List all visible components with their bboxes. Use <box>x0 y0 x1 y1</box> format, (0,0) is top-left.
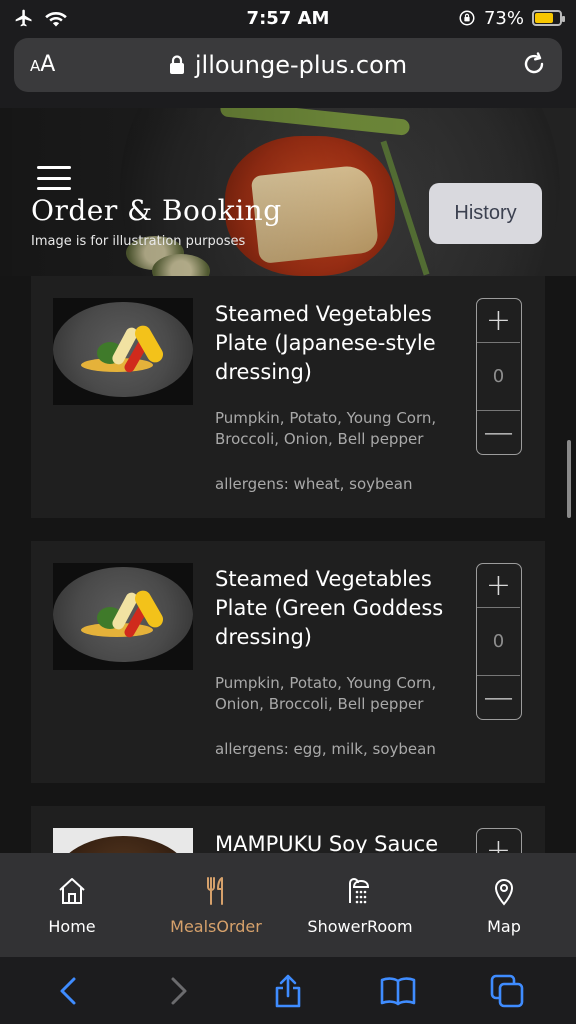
tab-label: Map <box>487 917 521 936</box>
tab-meals-order[interactable]: MealsOrder <box>144 853 288 957</box>
browser-bottom-toolbar <box>0 957 576 1024</box>
increment-button[interactable]: + <box>477 564 520 608</box>
menu-item-card: Steamed Vegetables Plate (Japanese-style… <box>31 276 545 518</box>
status-left <box>14 8 68 28</box>
tab-label: Home <box>48 917 96 936</box>
tab-label: ShowerRoom <box>307 917 413 936</box>
menu-item-image <box>53 298 193 405</box>
rotation-lock-icon <box>459 10 475 26</box>
status-bar: 7:57 AM 73% <box>0 0 576 36</box>
menu-item-title: Steamed Vegetables Plate (Green Goddess … <box>215 567 444 649</box>
history-button[interactable]: History <box>429 183 542 244</box>
increment-button[interactable]: + <box>477 829 520 853</box>
chevron-right-icon <box>171 977 187 1004</box>
battery-percent: 73% <box>483 7 524 29</box>
share-button[interactable] <box>268 971 308 1011</box>
hamburger-menu-icon[interactable] <box>37 166 71 190</box>
text-size-button[interactable]: AA <box>30 52 55 77</box>
tab-shower-room[interactable]: ShowerRoom <box>288 853 432 957</box>
tabs-button[interactable] <box>487 971 527 1011</box>
menu-item-ingredients: Pumpkin, Potato, Young Corn, Broccoli, O… <box>215 409 437 448</box>
home-icon <box>59 878 85 904</box>
menu-item-allergens: allergens: wheat, soybean <box>215 475 413 493</box>
map-pin-icon <box>494 879 514 906</box>
page-title: Order & Booking <box>31 194 282 227</box>
menu-item-allergens: allergens: egg, milk, soybean <box>215 740 436 758</box>
bookmarks-button[interactable] <box>378 971 418 1011</box>
decrement-button[interactable]: — <box>477 410 520 454</box>
text-size-large-a: A <box>40 52 56 77</box>
menu-list[interactable]: Steamed Vegetables Plate (Japanese-style… <box>0 276 576 853</box>
status-right: 73% <box>458 7 565 29</box>
wifi-icon <box>45 12 67 27</box>
share-icon <box>275 974 301 1007</box>
forward-button[interactable] <box>158 971 198 1011</box>
menu-item-image <box>53 828 193 853</box>
lock-icon <box>169 55 184 74</box>
menu-item-card: MAMPUKU Soy Sauce + <box>31 806 545 853</box>
tab-label: MealsOrder <box>170 917 262 936</box>
browser-toolbar: AA jllounge-plus.com <box>0 36 576 108</box>
quantity-stepper: + 0 — <box>476 298 522 455</box>
address-bar[interactable]: AA jllounge-plus.com <box>14 38 562 92</box>
menu-item-card: Steamed Vegetables Plate (Green Goddess … <box>31 541 545 783</box>
chevron-left-icon <box>60 977 76 1004</box>
battery-fill <box>535 13 553 23</box>
reload-icon[interactable] <box>520 50 548 78</box>
menu-item-image <box>53 563 193 670</box>
shower-icon <box>349 878 370 904</box>
back-button[interactable] <box>49 971 89 1011</box>
menu-item-title: MAMPUKU Soy Sauce <box>215 832 439 853</box>
book-icon <box>380 976 415 1005</box>
tab-home[interactable]: Home <box>0 853 144 957</box>
increment-button[interactable]: + <box>477 299 520 343</box>
menu-item-ingredients: Pumpkin, Potato, Young Corn, Onion, Broc… <box>215 674 437 713</box>
text-size-small-a: A <box>30 57 41 75</box>
scrollbar-thumb[interactable] <box>567 440 571 518</box>
decrement-button[interactable]: — <box>477 675 520 719</box>
quantity-stepper: + 0 — <box>476 563 522 720</box>
quantity-value: 0 <box>492 365 505 387</box>
quantity-stepper: + <box>476 828 522 853</box>
menu-item-title: Steamed Vegetables Plate (Japanese-style… <box>215 302 436 384</box>
fork-knife-icon <box>207 877 223 905</box>
battery-icon <box>532 10 565 26</box>
airplane-icon <box>15 9 32 27</box>
url-display[interactable]: jllounge-plus.com <box>169 51 407 79</box>
bottom-tab-bar: Home MealsOrder ShowerRoom Map <box>0 853 576 957</box>
tabs-icon <box>490 974 524 1007</box>
tab-map[interactable]: Map <box>432 853 576 957</box>
quantity-value: 0 <box>492 630 505 652</box>
hero-banner: Order & Booking Image is for illustratio… <box>0 108 576 276</box>
hero-disclaimer: Image is for illustration purposes <box>31 234 246 249</box>
url-text: jllounge-plus.com <box>194 51 408 79</box>
